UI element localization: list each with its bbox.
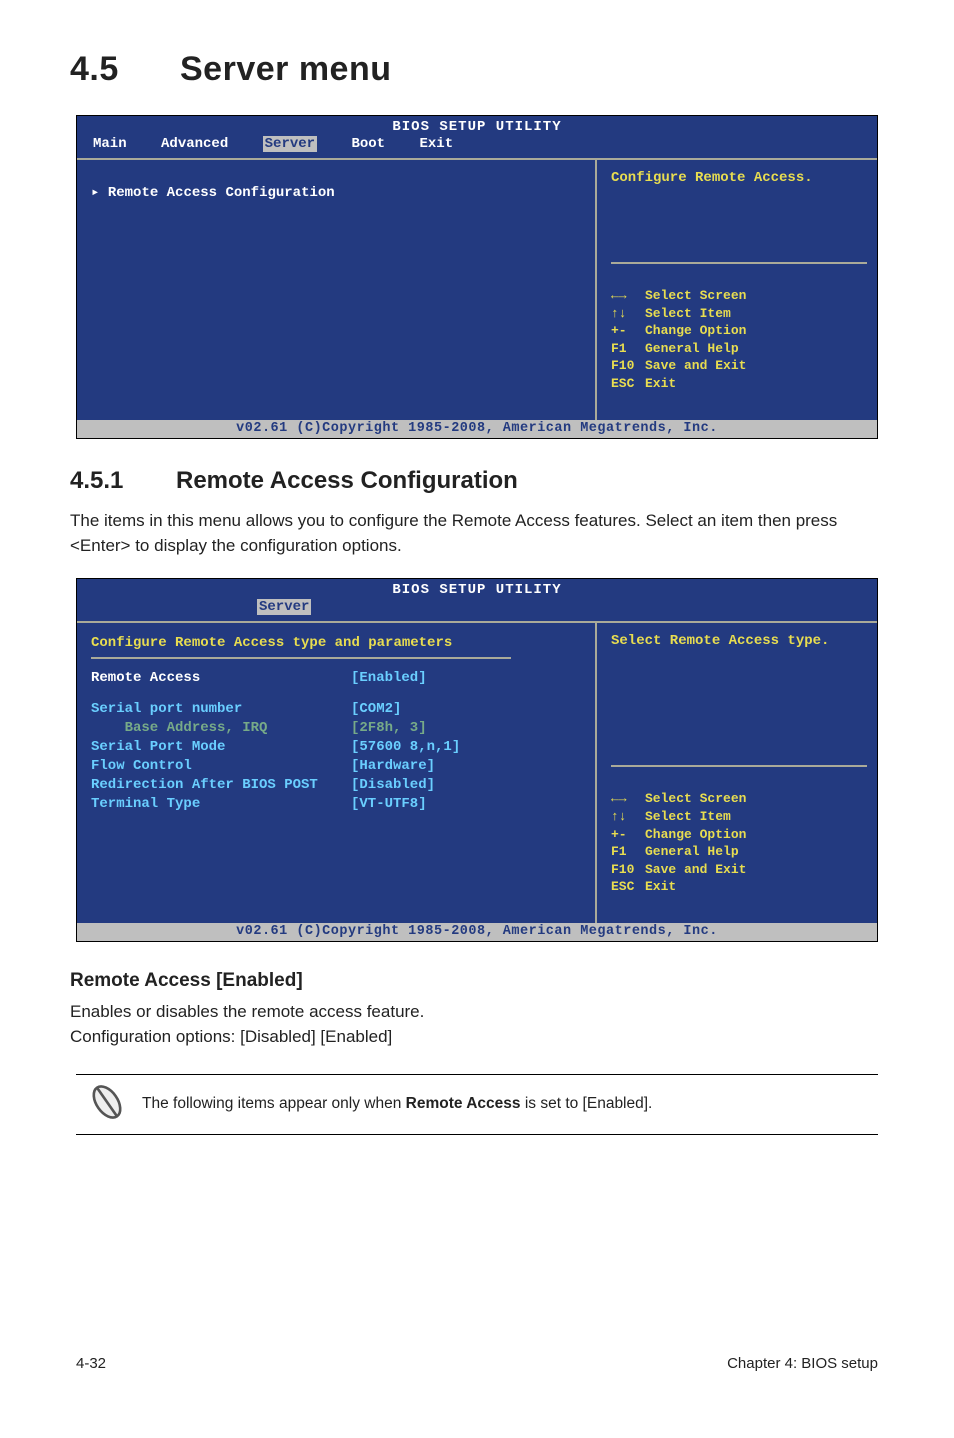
menu-exit[interactable]: Exit: [419, 136, 453, 152]
bios-screen-server-menu: BIOS SETUP UTILITY Main Advanced Server …: [76, 115, 878, 439]
opt-tt-val: [VT-UTF8]: [351, 796, 427, 812]
key2-pm: +-: [611, 826, 645, 844]
key-f10: F10: [611, 357, 645, 375]
opt-spm-label: Serial Port Mode: [91, 738, 351, 757]
bios2-tab-server[interactable]: Server: [257, 599, 311, 615]
opt-rb-val: [Disabled]: [351, 777, 435, 793]
key-esc-desc: Exit: [645, 376, 676, 391]
menu-boot[interactable]: Boot: [351, 136, 385, 152]
opt-redirection-after-post[interactable]: Redirection After BIOS POST[Disabled]: [91, 776, 581, 795]
option-remote-access-desc: Enables or disables the remote access fe…: [70, 1000, 884, 1049]
note-bold: Remote Access: [406, 1095, 521, 1112]
section-title: 4.5Server menu: [70, 50, 884, 89]
submenu-label: Remote Access Configuration: [108, 185, 335, 201]
opt-spm-val: [57600 8,n,1]: [351, 739, 460, 755]
bios-key-legend: ←→Select Screen ↑↓Select Item +-Change O…: [611, 262, 867, 410]
opt-remote-access-val: [Enabled]: [351, 670, 427, 686]
bios-left-pane: ▸ Remote Access Configuration: [77, 160, 597, 420]
opt-base-address: Base Address, IRQ[2F8h, 3]: [91, 719, 581, 738]
key-lr: ←→: [611, 287, 645, 305]
key-f1-desc: General Help: [645, 341, 739, 356]
key-esc: ESC: [611, 375, 645, 393]
key2-f10-desc: Save and Exit: [645, 862, 746, 877]
note-text: The following items appear only when Rem…: [138, 1083, 662, 1125]
opt-ba-val: [2F8h, 3]: [351, 720, 427, 736]
key2-ud: ↑↓: [611, 808, 645, 826]
key-pm-desc: Change Option: [645, 323, 746, 338]
bios2-divider: [91, 657, 511, 659]
submenu-arrow-icon: ▸: [91, 185, 108, 201]
opt-remote-access[interactable]: Remote Access[Enabled]: [91, 669, 581, 688]
option-desc-line2: Configuration options: [Disabled] [Enabl…: [70, 1027, 392, 1046]
key-ud: ↑↓: [611, 305, 645, 323]
opt-serial-port-mode[interactable]: Serial Port Mode[57600 8,n,1]: [91, 738, 581, 757]
subsection-451-num: 4.5.1: [70, 467, 176, 495]
page-footer: 4-32 Chapter 4: BIOS setup: [70, 1355, 884, 1372]
key2-esc: ESC: [611, 878, 645, 896]
key2-lr-desc: Select Screen: [645, 791, 746, 806]
page-number: 4-32: [76, 1355, 106, 1372]
key-f10-desc: Save and Exit: [645, 358, 746, 373]
key2-ud-desc: Select Item: [645, 809, 731, 824]
key-ud-desc: Select Item: [645, 306, 731, 321]
menu-main[interactable]: Main: [93, 136, 127, 152]
bios-title: BIOS SETUP UTILITY: [77, 116, 877, 135]
note-suffix: is set to [Enabled].: [521, 1095, 653, 1112]
key2-f1: F1: [611, 843, 645, 861]
bios2-right-pane: Select Remote Access type. ←→Select Scre…: [597, 623, 877, 923]
menu-advanced[interactable]: Advanced: [161, 136, 228, 152]
opt-fc-label: Flow Control: [91, 757, 351, 776]
bios2-key-legend: ←→Select Screen ↑↓Select Item +-Change O…: [611, 765, 867, 913]
bios2-heading: Configure Remote Access type and paramet…: [91, 635, 581, 651]
opt-fc-val: [Hardware]: [351, 758, 435, 774]
opt-terminal-type[interactable]: Terminal Type[VT-UTF8]: [91, 795, 581, 814]
bios-menubar: Main Advanced Server Boot Exit: [77, 135, 877, 158]
bios2-copyright: v02.61 (C)Copyright 1985-2008, American …: [77, 923, 877, 941]
subsection-451-name: Remote Access Configuration: [176, 467, 518, 494]
bios-screen-remote-access: BIOS SETUP UTILITY Server Configure Remo…: [76, 578, 878, 942]
key2-esc-desc: Exit: [645, 879, 676, 894]
opt-rb-label: Redirection After BIOS POST: [91, 776, 351, 795]
key-lr-desc: Select Screen: [645, 288, 746, 303]
option-desc-line1: Enables or disables the remote access fe…: [70, 1002, 424, 1021]
bios2-title: BIOS SETUP UTILITY: [77, 579, 877, 598]
section-name: Server menu: [180, 50, 392, 88]
key2-f1-desc: General Help: [645, 844, 739, 859]
submenu-remote-access-config[interactable]: ▸ Remote Access Configuration: [91, 184, 581, 201]
note-box: The following items appear only when Rem…: [76, 1074, 878, 1135]
bios2-left-pane: Configure Remote Access type and paramet…: [77, 623, 597, 923]
bios2-menubar: Server: [77, 598, 877, 621]
bios-copyright: v02.61 (C)Copyright 1985-2008, American …: [77, 420, 877, 438]
opt-ba-label: Base Address, IRQ: [91, 719, 351, 738]
opt-flow-control[interactable]: Flow Control[Hardware]: [91, 757, 581, 776]
opt-tt-label: Terminal Type: [91, 795, 351, 814]
bios-help-text: Configure Remote Access.: [611, 170, 867, 210]
subsection-451-text: The items in this menu allows you to con…: [70, 509, 884, 558]
section-number: 4.5: [70, 50, 180, 89]
bios2-help-text: Select Remote Access type.: [611, 633, 867, 673]
key2-f10: F10: [611, 861, 645, 879]
subsection-451-title: 4.5.1Remote Access Configuration: [70, 467, 884, 495]
menu-server[interactable]: Server: [263, 136, 317, 152]
opt-spn-val: [COM2]: [351, 701, 401, 717]
opt-serial-port-number[interactable]: Serial port number[COM2]: [91, 700, 581, 719]
key2-pm-desc: Change Option: [645, 827, 746, 842]
opt-remote-access-label: Remote Access: [91, 669, 351, 688]
opt-spn-label: Serial port number: [91, 700, 351, 719]
key-f1: F1: [611, 340, 645, 358]
key-pm: +-: [611, 322, 645, 340]
note-pencil-icon: [76, 1075, 138, 1134]
chapter-label: Chapter 4: BIOS setup: [727, 1355, 878, 1372]
option-remote-access-title: Remote Access [Enabled]: [70, 970, 884, 992]
bios-right-pane: Configure Remote Access. ←→Select Screen…: [597, 160, 877, 420]
key2-lr: ←→: [611, 790, 645, 808]
note-prefix: The following items appear only when: [142, 1095, 406, 1112]
